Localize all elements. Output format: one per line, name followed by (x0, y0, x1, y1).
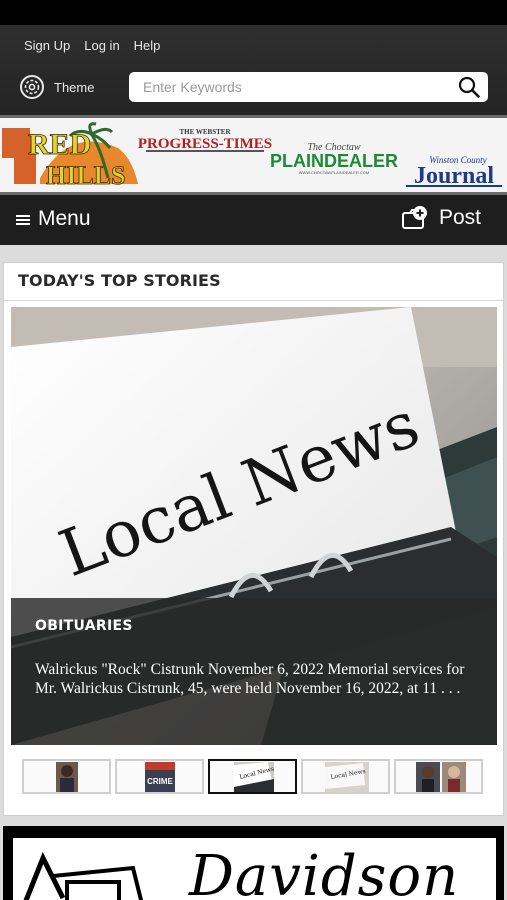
menu-label: Menu (38, 207, 91, 230)
progress-times-top: THE WEBSTER (179, 128, 231, 136)
progress-times-main: PROGRESS-TIMES (138, 136, 272, 152)
hamburger-icon (16, 215, 30, 225)
story-category[interactable]: OBITUARIES (35, 618, 133, 634)
account-links: Sign Up Log in Help (24, 38, 160, 53)
navigation-bar: Menu Post (0, 195, 507, 245)
red-hills-line2: HILLS (46, 161, 126, 190)
journal-logo: Winston County Journal (406, 155, 502, 189)
story-caption[interactable]: OBITUARIES Walrickus "Rock" Cistrunk Nov… (11, 598, 497, 745)
story-summary[interactable]: Walrickus "Rock" Cistrunk November 6, 20… (35, 661, 475, 698)
newspaper-banner[interactable]: RED HILLS THE WEBSTER PROGRESS-TIMES The… (0, 115, 507, 195)
search-icon[interactable] (458, 76, 480, 98)
plaindealer-sub: WWW.CHOCTAWPLAINDEALER.COM (299, 170, 369, 175)
divider (4, 300, 503, 301)
section-heading: TODAY'S TOP STORIES (18, 271, 221, 290)
theme-label: Theme (54, 79, 95, 95)
ad-panel: Davidson (13, 838, 496, 900)
add-post-icon (401, 206, 427, 229)
thumbnail-2[interactable]: CRIME (115, 759, 204, 794)
search-input[interactable] (143, 78, 443, 96)
ad-headline: Davidson (189, 844, 460, 900)
featured-story[interactable]: Local News OBITUARIES Walrickus "Rock" C… (11, 307, 497, 745)
red-hills-logo: RED HILLS (0, 122, 138, 190)
plaindealer-logo: The Choctaw PLAINDEALER WWW.CHOCTAWPLAIN… (270, 142, 398, 175)
menu-button[interactable]: Menu (16, 207, 91, 231)
plaindealer-main: PLAINDEALER (270, 151, 398, 171)
post-label: Post (438, 206, 481, 229)
sign-up-link[interactable]: Sign Up (24, 38, 70, 53)
thumbnail-5[interactable] (394, 759, 483, 794)
red-hills-line1: RED (28, 128, 91, 161)
thumbnail-3-active[interactable]: Local News (208, 759, 297, 794)
search-box (129, 72, 488, 102)
story-thumbnails: CRIME Local News Local News (22, 759, 483, 794)
top-header: Sign Up Log in Help Theme (0, 25, 507, 115)
post-button[interactable]: Post (401, 205, 481, 231)
thumbnail-1[interactable] (22, 759, 111, 794)
gear-icon (20, 75, 44, 99)
thumbnail-4[interactable]: Local News (301, 759, 390, 794)
newspaper-logos: RED HILLS THE WEBSTER PROGRESS-TIMES The… (0, 122, 502, 190)
status-bar (0, 0, 507, 25)
thumbnail-2-label: CRIME (147, 777, 173, 786)
ad-logo-graphic (23, 851, 144, 900)
help-link[interactable]: Help (134, 38, 161, 53)
advertisement[interactable]: Davidson (3, 826, 504, 900)
log-in-link[interactable]: Log in (84, 38, 119, 53)
progress-times-logo: THE WEBSTER PROGRESS-TIMES (138, 128, 272, 152)
theme-button[interactable]: Theme (19, 74, 94, 100)
